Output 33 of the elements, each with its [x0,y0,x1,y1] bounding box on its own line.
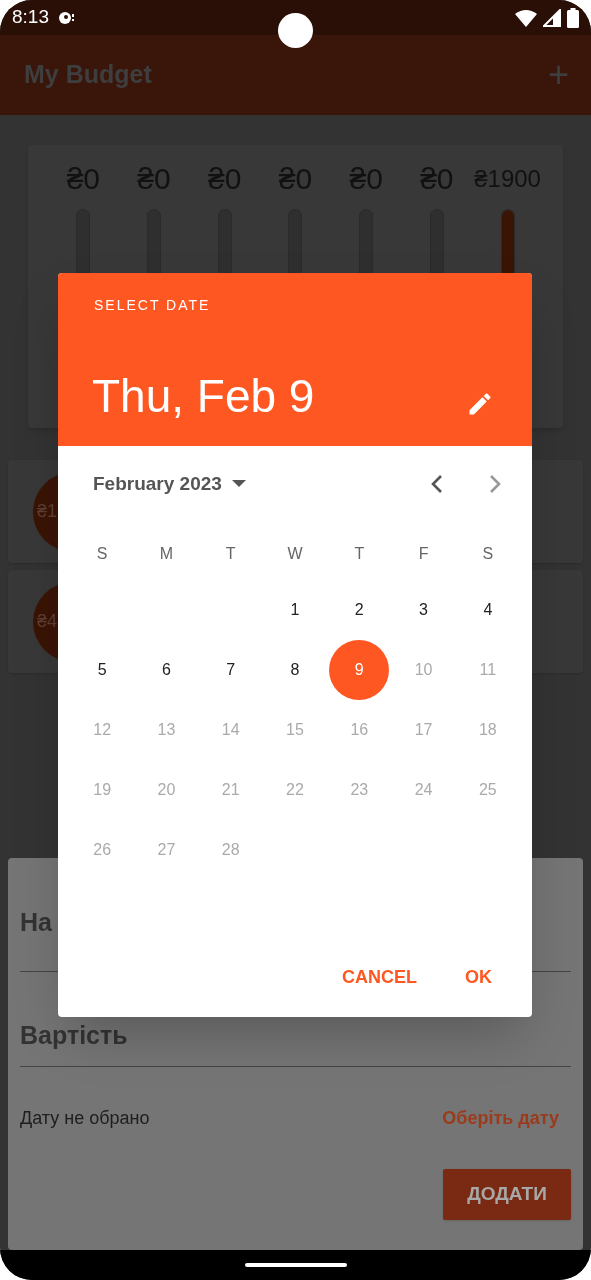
calendar-day[interactable]: 7 [200,640,261,700]
calendar-day[interactable]: 9 [329,640,390,700]
date-status-text: Дату не обрано [20,1106,150,1130]
weekday-label: T [353,544,366,564]
calendar-day[interactable]: 1 [265,580,325,640]
weekday-label: S [481,544,495,564]
weekday-label: W [286,544,304,564]
dialog-header-label: SELECT DATE [94,296,211,315]
weekday-label: T [224,544,237,564]
wifi-icon [515,8,537,27]
home-handle[interactable] [244,1263,347,1267]
notification-icon [57,9,75,26]
pick-date-button[interactable]: Оберіть дату [442,1104,559,1132]
ok-button[interactable]: OK [445,957,512,997]
weekday-label: M [158,544,175,564]
status-time: 8:13 [12,5,49,30]
calendar-day[interactable]: 8 [265,640,325,700]
selected-date-text: Thu, Feb 9 [92,373,315,419]
name-field-label: На [20,906,52,938]
signal-icon [543,8,561,27]
previous-month-icon[interactable] [430,474,444,494]
calendar-day[interactable]: 3 [393,580,454,640]
calendar-day[interactable]: 4 [457,580,518,640]
calendar-day[interactable]: 2 [329,580,390,640]
cancel-button[interactable]: CANCEL [322,957,437,997]
add-button[interactable]: + [547,57,569,93]
battery-icon [567,7,579,28]
add-expense-button[interactable]: ДОДАТИ [443,1169,571,1220]
calendar-day[interactable]: 6 [136,640,197,700]
dropdown-caret-icon [231,480,246,488]
next-month-icon[interactable] [488,474,502,494]
weekday-label: F [417,544,430,564]
cost-field-label: Вартість [20,1019,128,1051]
